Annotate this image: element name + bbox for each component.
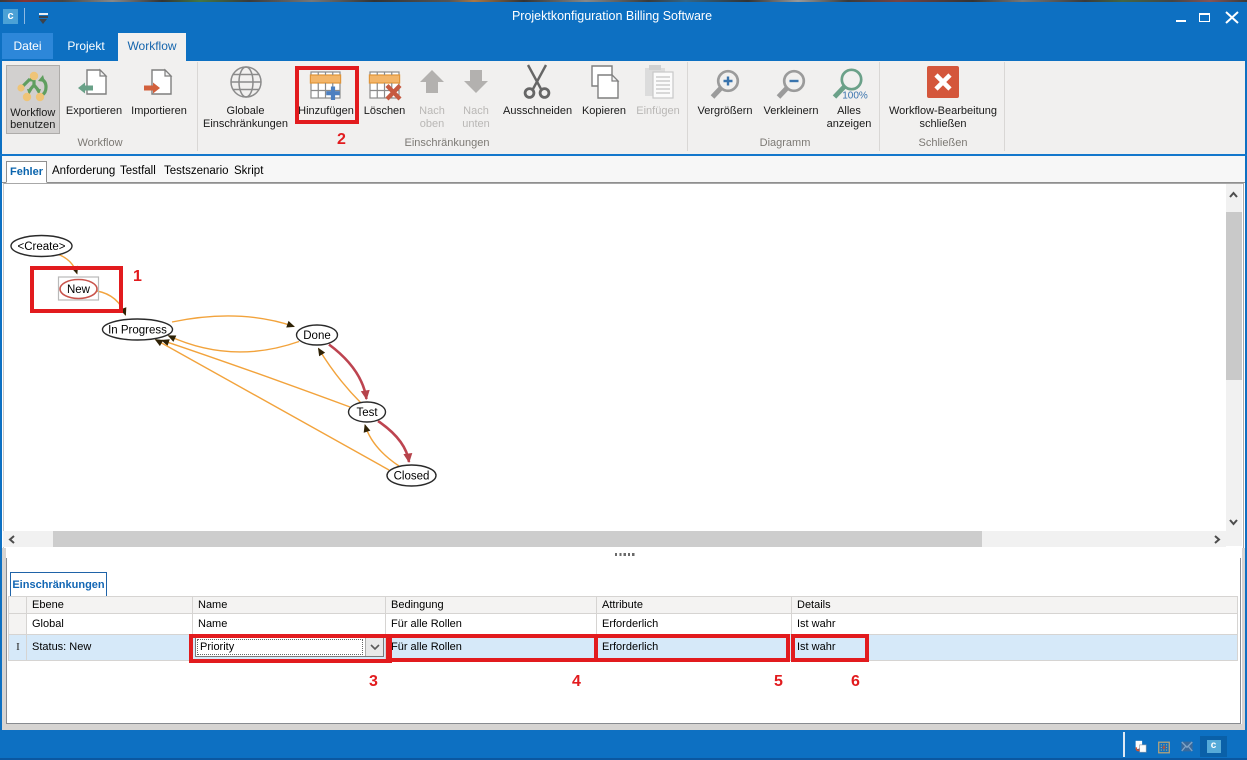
svg-text:<Create>: <Create> [18,241,66,253]
svg-text:100%: 100% [842,91,868,102]
svg-text:Done: Done [303,330,331,342]
svg-text:In Progress: In Progress [108,325,167,337]
svg-text:Test: Test [356,407,378,419]
svg-text:Closed: Closed [394,471,430,483]
